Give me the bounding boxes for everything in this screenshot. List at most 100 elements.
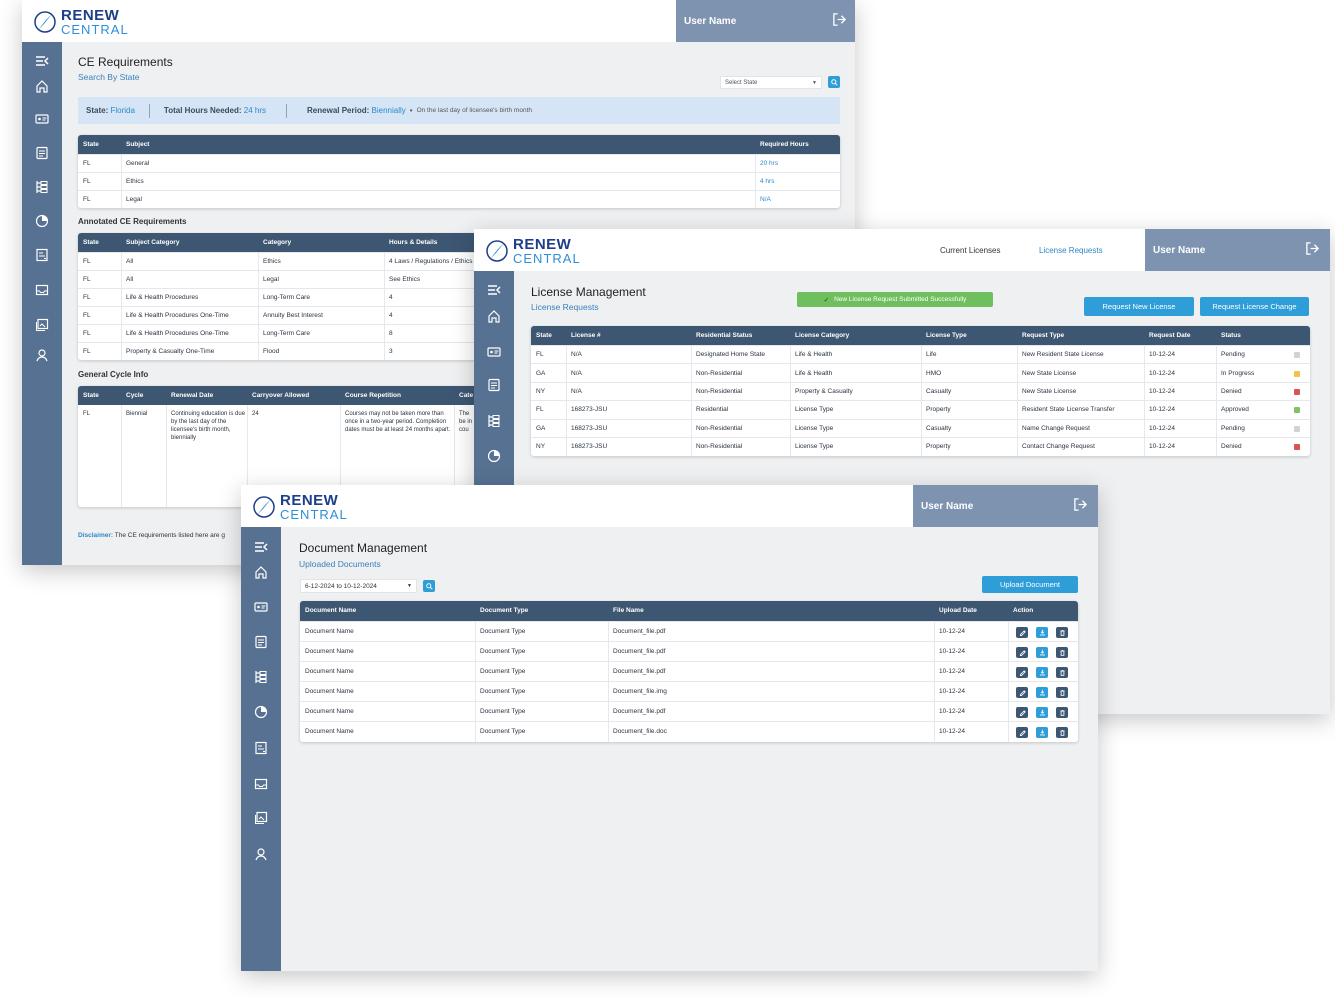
table-row[interactable]: Document Name Document Type Document_file.… <box>300 621 1078 641</box>
nav-current-licenses[interactable]: Current Licenses <box>940 246 1000 255</box>
trash-button[interactable] <box>1056 666 1068 678</box>
edit-button[interactable] <box>1016 646 1028 658</box>
table-row: FL General 20 hrs <box>78 154 840 172</box>
menu-collapse-icon[interactable] <box>474 283 514 297</box>
id-card-icon[interactable] <box>22 112 62 126</box>
hierarchy-icon[interactable] <box>474 414 514 428</box>
logout-icon[interactable] <box>832 12 847 30</box>
period-label: Renewal Period: <box>307 106 370 115</box>
search-button[interactable] <box>423 580 435 592</box>
table-row[interactable]: Document Name Document Type Document_file.… <box>300 681 1078 701</box>
pie-chart-icon[interactable] <box>22 214 62 228</box>
logout-icon[interactable] <box>1073 497 1088 515</box>
id-card-icon[interactable] <box>241 600 281 614</box>
hierarchy-icon[interactable] <box>241 670 281 684</box>
home-icon[interactable] <box>22 79 62 93</box>
table-row[interactable]: Document Name Document Type Document_file.… <box>300 721 1078 741</box>
table-cell: Annuity Best Interest <box>263 312 323 319</box>
table-row[interactable]: Document Name Document Type Document_file.… <box>300 701 1078 721</box>
brand-line2: CENTRAL <box>280 507 348 522</box>
document-icon[interactable] <box>241 635 281 649</box>
state-label: State: <box>86 106 109 115</box>
search-icon <box>425 582 433 590</box>
brand-logo[interactable]: RENEW CENTRAL <box>32 8 129 36</box>
home-icon[interactable] <box>241 565 281 579</box>
id-card-icon[interactable] <box>474 345 514 359</box>
mail-icon[interactable] <box>241 777 281 791</box>
download-button[interactable] <box>1036 686 1048 698</box>
report-icon[interactable] <box>22 248 62 262</box>
user-name[interactable]: User Name <box>684 16 736 27</box>
download-button[interactable] <box>1036 706 1048 718</box>
upload-document-button[interactable]: Upload Document <box>982 576 1078 593</box>
pie-chart-icon[interactable] <box>241 705 281 719</box>
table-cell: Life & Health <box>795 369 833 377</box>
table-cell: FL <box>83 312 91 319</box>
table-cell: Casualty <box>926 387 952 395</box>
state-select-value: Select State <box>725 80 758 86</box>
table-row[interactable]: GA N/A Non-Residential Life & Health HMO New … <box>531 363 1310 381</box>
profile-icon[interactable] <box>22 348 62 362</box>
menu-collapse-icon[interactable] <box>22 54 62 68</box>
brand-line2: CENTRAL <box>61 22 129 37</box>
document-icon[interactable] <box>474 378 514 392</box>
trash-button[interactable] <box>1056 626 1068 638</box>
table-cell: License Type <box>795 406 834 414</box>
download-button[interactable] <box>1036 666 1048 678</box>
table-cell: Document_file.img <box>613 688 667 695</box>
request-new-license-button[interactable]: Request New License <box>1084 297 1194 316</box>
request-license-change-button[interactable]: Request License Change <box>1200 297 1309 316</box>
state-select[interactable]: Select State ▼ <box>720 76 822 89</box>
user-name[interactable]: User Name <box>921 501 973 512</box>
table-row[interactable]: FL N/A Designated Home State Life & Health L… <box>531 345 1310 363</box>
brand-logo[interactable]: RENEW CENTRAL <box>251 493 348 521</box>
table-row[interactable]: GA 168273-JSU Non-Residential License Type C… <box>531 418 1310 437</box>
table-row: FL Ethics 4 hrs <box>78 172 840 190</box>
trash-button[interactable] <box>1056 686 1068 698</box>
download-button[interactable] <box>1036 726 1048 738</box>
hierarchy-icon[interactable] <box>22 180 62 194</box>
column-header: Action <box>1013 607 1034 614</box>
table-cell: License Type <box>795 443 834 451</box>
trash-button[interactable] <box>1056 726 1068 738</box>
sidebar <box>241 527 281 971</box>
download-icon <box>1039 709 1045 715</box>
trash-button[interactable] <box>1056 706 1068 718</box>
menu-collapse-icon[interactable] <box>241 540 281 554</box>
document-icon[interactable] <box>22 146 62 160</box>
table-row[interactable]: NY N/A Non-Residential Property & Casualty C… <box>531 381 1310 400</box>
date-range-select[interactable]: 6-12-2024 to 10-12-2024 ▼ <box>300 579 417 593</box>
edit-button[interactable] <box>1016 726 1028 738</box>
table-row[interactable]: Document Name Document Type Document_file.… <box>300 641 1078 661</box>
user-name[interactable]: User Name <box>1153 245 1205 256</box>
gallery-icon[interactable] <box>241 811 281 825</box>
table-row[interactable]: Document Name Document Type Document_file.… <box>300 661 1078 681</box>
search-button[interactable] <box>828 76 840 88</box>
cycle-title: General Cycle Info <box>78 370 149 379</box>
download-button[interactable] <box>1036 626 1048 638</box>
mail-icon[interactable] <box>22 283 62 297</box>
report-icon[interactable] <box>241 741 281 755</box>
hours-value: 24 hrs <box>243 106 267 115</box>
gallery-icon[interactable] <box>22 318 62 332</box>
brand-line1: RENEW <box>61 7 120 24</box>
download-button[interactable] <box>1036 646 1048 658</box>
trash-button[interactable] <box>1056 646 1068 658</box>
user-bar: User Name <box>913 485 1098 527</box>
table-cell: Property & Casualty <box>795 387 853 395</box>
edit-button[interactable] <box>1016 706 1028 718</box>
logout-icon[interactable] <box>1305 241 1320 259</box>
home-icon[interactable] <box>474 309 514 323</box>
edit-button[interactable] <box>1016 686 1028 698</box>
table-row[interactable]: FL 168273-JSU Residential License Type Prope… <box>531 400 1310 418</box>
edit-button[interactable] <box>1016 626 1028 638</box>
table-cell: 10-12-24 <box>939 708 966 715</box>
table-row[interactable]: NY 168273-JSU Non-Residential License Type P… <box>531 437 1310 455</box>
pie-chart-icon[interactable] <box>474 449 514 463</box>
nav-license-requests[interactable]: License Requests <box>1039 246 1103 255</box>
table-cell: 10-12-24 <box>1149 443 1176 451</box>
column-header: Cate <box>459 392 474 399</box>
edit-button[interactable] <box>1016 666 1028 678</box>
profile-icon[interactable] <box>241 847 281 861</box>
brand-logo[interactable]: RENEW CENTRAL <box>484 237 581 265</box>
